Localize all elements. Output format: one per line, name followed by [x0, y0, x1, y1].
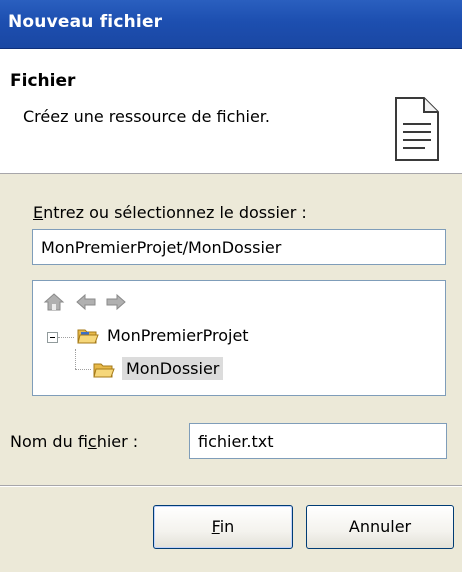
finish-button-mnemonic: F: [211, 517, 220, 536]
forward-arrow-icon[interactable]: [105, 292, 127, 312]
folder-label-text: ntrez ou sélectionnez le dossier :: [43, 203, 307, 222]
tree-node-label-selected: MonDossier: [122, 357, 224, 380]
finish-button-label: in: [219, 517, 235, 536]
tree-connector: [58, 337, 74, 338]
cancel-button-label: Annuler: [348, 517, 412, 536]
window-title: Nouveau fichier: [8, 12, 163, 32]
finish-button[interactable]: Fin: [153, 505, 293, 549]
open-folder-icon: [93, 363, 115, 378]
open-project-folder-icon: [77, 329, 99, 344]
file-document-icon: [395, 97, 439, 161]
back-arrow-icon[interactable]: [75, 292, 97, 312]
filename-input[interactable]: [189, 423, 447, 459]
wizard-page-title: Fichier: [10, 71, 76, 91]
button-separator: [0, 485, 462, 487]
folder-label: Entrez ou sélectionnez le dossier :: [33, 203, 307, 222]
filename-label-end: hier :: [96, 432, 139, 451]
filename-label-mnemonic: c: [87, 432, 97, 451]
folder-label-mnemonic: E: [33, 203, 44, 222]
tree-node-label: MonPremierProjet: [107, 326, 249, 345]
folder-tree[interactable]: MonPremierProjet MonDossier: [32, 280, 446, 396]
wizard-header: Fichier Créez une ressource de fichier.: [0, 49, 462, 174]
window-titlebar[interactable]: Nouveau fichier: [0, 0, 462, 49]
home-icon[interactable]: [43, 292, 65, 312]
tree-connector: [75, 349, 76, 369]
cancel-button[interactable]: Annuler: [306, 505, 454, 549]
wizard-page-description: Créez une ressource de fichier.: [23, 107, 270, 126]
folder-path-input[interactable]: [32, 229, 446, 265]
tree-connector: [75, 369, 91, 370]
filename-label: Nom du fichier :: [10, 432, 138, 451]
collapse-toggle[interactable]: [47, 332, 58, 343]
filename-label-start: Nom du fi: [10, 432, 88, 451]
